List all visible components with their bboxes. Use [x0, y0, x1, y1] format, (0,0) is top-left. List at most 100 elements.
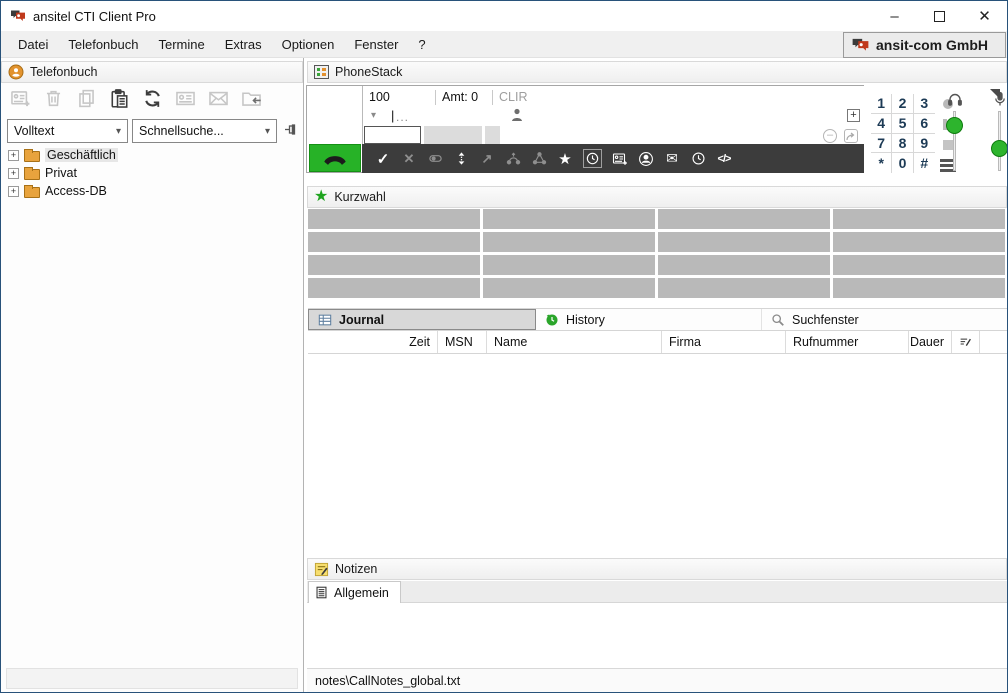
dialpad-key-5[interactable]: 5: [892, 114, 913, 134]
column-notes-icon[interactable]: [952, 331, 980, 353]
speed-dial-button[interactable]: [308, 255, 480, 275]
add-contact-icon[interactable]: [10, 88, 31, 109]
column-zeit[interactable]: Zeit: [308, 331, 438, 353]
column-rufnummer[interactable]: Rufnummer: [786, 331, 909, 353]
tab-journal[interactable]: Journal: [308, 309, 536, 330]
menu-hilfe[interactable]: ?: [408, 31, 435, 57]
tab-allgemein[interactable]: Allgemein: [308, 581, 401, 603]
contact-icon[interactable]: [638, 151, 654, 167]
line-slot[interactable]: [424, 126, 482, 144]
dialpad-key-1[interactable]: 1: [871, 94, 892, 114]
column-dauer[interactable]: Dauer: [909, 331, 952, 353]
tab-history[interactable]: History: [536, 309, 762, 330]
dial-number-input[interactable]: ...: [396, 110, 409, 124]
tab-suchfenster[interactable]: Suchfenster: [762, 309, 1007, 330]
speed-dial-button[interactable]: [658, 209, 830, 229]
swap-calls-icon[interactable]: [453, 151, 469, 167]
tree-item-access-db[interactable]: + Access-DB: [8, 182, 299, 200]
menu-termine[interactable]: Termine: [148, 31, 214, 57]
speed-dial-button[interactable]: [483, 278, 655, 298]
copy-icon[interactable]: [76, 88, 97, 109]
speed-dial-button[interactable]: [483, 209, 655, 229]
maximize-button[interactable]: [917, 1, 962, 31]
menu-datei[interactable]: Datei: [8, 31, 58, 57]
dialpad-key-0[interactable]: 0: [892, 153, 913, 173]
email-icon[interactable]: ✉: [664, 151, 680, 167]
dialpad-key-8[interactable]: 8: [892, 134, 913, 154]
column-name[interactable]: Name: [487, 331, 662, 353]
code-icon[interactable]: </>: [716, 151, 732, 167]
speed-dial-button[interactable]: [833, 255, 1005, 275]
speed-dial-button[interactable]: [308, 209, 480, 229]
expand-icon[interactable]: +: [8, 168, 19, 179]
reject-icon[interactable]: ✕: [401, 151, 417, 167]
delete-icon[interactable]: [43, 88, 64, 109]
brand-button[interactable]: ansit-com GmbH: [843, 32, 1006, 58]
conference-icon[interactable]: [531, 151, 547, 167]
tree-item-geschaeftlich[interactable]: + Geschäftlich: [8, 146, 299, 164]
email-icon[interactable]: [208, 88, 229, 109]
favorite-icon[interactable]: ★: [557, 151, 573, 167]
dialpad-key-3[interactable]: 3: [914, 94, 935, 114]
refresh-icon[interactable]: [142, 88, 163, 109]
paste-icon[interactable]: [109, 88, 130, 109]
search-mode-select[interactable]: Volltext ▾: [7, 119, 128, 143]
speed-dial-button[interactable]: [658, 255, 830, 275]
history-icon[interactable]: [690, 151, 706, 167]
transfer-icon[interactable]: [505, 151, 521, 167]
line-slot[interactable]: [485, 126, 500, 144]
menu-fenster[interactable]: Fenster: [344, 31, 408, 57]
pin-icon[interactable]: [283, 121, 299, 137]
dialpad-key-2[interactable]: 2: [892, 94, 913, 114]
notes-editor[interactable]: [307, 603, 1007, 668]
quicksearch-select[interactable]: Schnellsuche... ▾: [132, 119, 277, 143]
dialpad-key-star[interactable]: *: [871, 153, 892, 173]
microphone-volume-slider[interactable]: [990, 91, 1008, 176]
speed-dial-button[interactable]: [483, 255, 655, 275]
notes-tabstrip: Allgemein: [307, 581, 1007, 603]
speed-dial-button[interactable]: [658, 232, 830, 252]
accept-icon[interactable]: ✓: [375, 151, 391, 167]
resize-grip-icon[interactable]: [990, 89, 1000, 99]
line-slot-active[interactable]: [364, 126, 421, 144]
call-button[interactable]: [309, 144, 361, 172]
speed-dial-button[interactable]: [833, 232, 1005, 252]
menu-optionen[interactable]: Optionen: [272, 31, 345, 57]
dialpad-key-6[interactable]: 6: [914, 114, 935, 134]
slider-knob[interactable]: [991, 140, 1008, 157]
slider-knob[interactable]: [946, 117, 963, 134]
column-msn[interactable]: MSN: [438, 331, 487, 353]
add-contact-icon[interactable]: [612, 151, 628, 167]
column-firma[interactable]: Firma: [662, 331, 786, 353]
menu-extras[interactable]: Extras: [215, 31, 272, 57]
contact-card-icon[interactable]: [175, 88, 196, 109]
minimize-button[interactable]: –: [872, 1, 917, 31]
import-folder-icon[interactable]: [241, 88, 262, 109]
speed-dial-button[interactable]: [308, 278, 480, 298]
dialpad-key-9[interactable]: 9: [914, 134, 935, 154]
expand-icon[interactable]: +: [8, 150, 19, 161]
dialpad-key-hash[interactable]: #: [914, 153, 935, 173]
speed-dial-button[interactable]: [833, 278, 1005, 298]
redial-history-icon[interactable]: [583, 149, 602, 168]
speed-dial-button[interactable]: [308, 232, 480, 252]
speed-dial-button[interactable]: [833, 209, 1005, 229]
expand-icon[interactable]: +: [8, 186, 19, 197]
journal-table-body[interactable]: [308, 354, 1007, 558]
tree-item-privat[interactable]: + Privat: [8, 164, 299, 182]
dialpad-key-7[interactable]: 7: [871, 134, 892, 154]
dialpad-key-4[interactable]: 4: [871, 114, 892, 134]
remove-line-button[interactable]: –: [823, 129, 837, 143]
add-line-button[interactable]: +: [847, 109, 860, 122]
close-button[interactable]: ✕: [962, 1, 1007, 31]
tree-item-label: Access-DB: [45, 184, 107, 198]
speed-dial-button[interactable]: [483, 232, 655, 252]
redirect-button[interactable]: [844, 129, 858, 143]
forward-icon[interactable]: ↗: [479, 151, 495, 167]
menu-telefonbuch[interactable]: Telefonbuch: [58, 31, 148, 57]
speed-dial-button[interactable]: [658, 278, 830, 298]
chevron-down-icon[interactable]: ▾: [371, 110, 376, 121]
toggle-icon[interactable]: [427, 151, 443, 167]
headset-volume-slider[interactable]: [945, 91, 965, 176]
tab-label: Journal: [339, 313, 384, 327]
